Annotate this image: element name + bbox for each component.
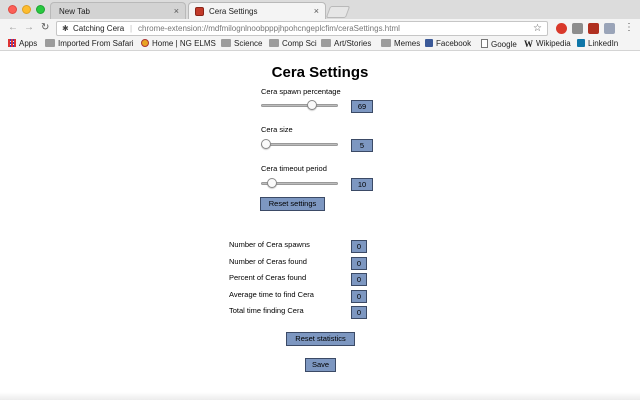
spawn-percentage-slider[interactable] — [261, 100, 338, 110]
address-separator: | — [130, 24, 133, 33]
bookmark-comp-sci[interactable]: Comp Sci — [269, 39, 317, 49]
stat-value-found: 0 — [351, 257, 367, 270]
folder-icon — [381, 39, 391, 47]
menu-dots-icon[interactable]: ⋮ — [624, 22, 634, 34]
cera-favicon-icon — [195, 7, 204, 16]
stat-value-percent: 0 — [351, 273, 367, 286]
folder-icon — [45, 39, 55, 47]
window-bottom-edge — [0, 392, 640, 400]
slider-thumb[interactable] — [267, 178, 277, 188]
bookmark-facebook[interactable]: Facebook — [425, 39, 471, 49]
extension-icon[interactable] — [572, 23, 583, 34]
bookmarks-bar: Apps Imported From Safari Home | NG ELMS… — [0, 37, 640, 51]
cera-size-slider[interactable] — [261, 139, 338, 149]
bookmark-linkedin[interactable]: LinkedIn — [577, 39, 618, 49]
timeout-period-value: 10 — [351, 178, 373, 191]
bookmark-star-icon[interactable]: ☆ — [533, 22, 542, 35]
bookmark-imported-from-safari[interactable]: Imported From Safari — [45, 39, 134, 49]
save-button[interactable]: Save — [305, 358, 336, 372]
browser-toolbar: ← → ↻ ✱ Catching Cera | chrome-extension… — [0, 19, 640, 37]
slider-track — [261, 104, 338, 107]
timeout-period-slider[interactable] — [261, 178, 338, 188]
timeout-period-label: Cera timeout period — [261, 164, 327, 173]
stat-label-percent: Percent of Ceras found — [229, 273, 307, 282]
minimize-window-button[interactable] — [22, 5, 31, 14]
extension-icon[interactable] — [604, 23, 615, 34]
tab-label: Cera Settings — [209, 7, 258, 16]
new-tab-button[interactable] — [325, 6, 351, 18]
stat-label-total-time: Total time finding Cera — [229, 306, 304, 315]
folder-icon — [269, 39, 279, 47]
slider-thumb[interactable] — [307, 100, 317, 110]
bookmark-memes[interactable]: Memes — [381, 39, 420, 49]
spawn-percentage-label: Cera spawn percentage — [261, 87, 341, 96]
bookmark-apps[interactable]: Apps — [8, 39, 37, 49]
window-titlebar: New Tab × Cera Settings × — [0, 0, 640, 19]
tab-new-tab[interactable]: New Tab × — [50, 2, 186, 19]
linkedin-icon — [577, 39, 585, 47]
facebook-icon — [425, 39, 433, 47]
bookmark-wikipedia[interactable]: W Wikipedia — [524, 39, 571, 49]
apps-grid-icon — [8, 39, 16, 47]
bookmark-science[interactable]: Science — [221, 39, 262, 49]
back-arrow-icon[interactable]: ← — [8, 22, 18, 34]
stat-label-average-time: Average time to find Cera — [229, 290, 314, 299]
folder-icon — [221, 39, 231, 47]
bookmark-ng-elms[interactable]: Home | NG ELMS — [141, 39, 216, 49]
extension-puzzle-icon: ✱ — [62, 24, 69, 33]
reset-statistics-button[interactable]: Reset statistics — [286, 332, 355, 346]
stat-label-found: Number of Ceras found — [229, 257, 307, 266]
bookmark-art-stories[interactable]: Art/Stories — [321, 39, 371, 49]
site-label: Catching Cera — [73, 24, 125, 33]
folder-icon — [321, 39, 331, 47]
bookmark-google[interactable]: Google — [481, 39, 517, 50]
url-text: chrome-extension://mdfmilognlnoobpppjhpo… — [138, 24, 400, 33]
page-title: Cera Settings — [271, 64, 369, 81]
adblock-extension-icon[interactable] — [556, 23, 567, 34]
zoom-window-button[interactable] — [36, 5, 45, 14]
forward-arrow-icon[interactable]: → — [24, 22, 34, 34]
tab-label: New Tab — [59, 7, 90, 16]
wikipedia-icon: W — [524, 39, 533, 49]
cera-size-label: Cera size — [261, 125, 293, 134]
reset-settings-button[interactable]: Reset settings — [260, 197, 325, 211]
slider-track — [261, 143, 338, 146]
spawn-percentage-value: 69 — [351, 100, 373, 113]
stat-value-total-time: 0 — [351, 306, 367, 319]
cera-extension-icon[interactable] — [588, 23, 599, 34]
reload-icon[interactable]: ↻ — [41, 22, 49, 34]
stat-label-spawns: Number of Cera spawns — [229, 240, 310, 249]
page-icon — [481, 39, 488, 48]
slider-thumb[interactable] — [261, 139, 271, 149]
close-icon[interactable]: × — [314, 6, 319, 16]
close-icon[interactable]: × — [174, 6, 179, 16]
stat-value-spawns: 0 — [351, 240, 367, 253]
cera-size-value: 5 — [351, 139, 373, 152]
tab-cera-settings[interactable]: Cera Settings × — [188, 2, 326, 19]
ng-elms-icon — [141, 39, 149, 47]
stat-value-average-time: 0 — [351, 290, 367, 303]
close-window-button[interactable] — [8, 5, 17, 14]
address-bar[interactable]: ✱ Catching Cera | chrome-extension://mdf… — [56, 21, 548, 36]
